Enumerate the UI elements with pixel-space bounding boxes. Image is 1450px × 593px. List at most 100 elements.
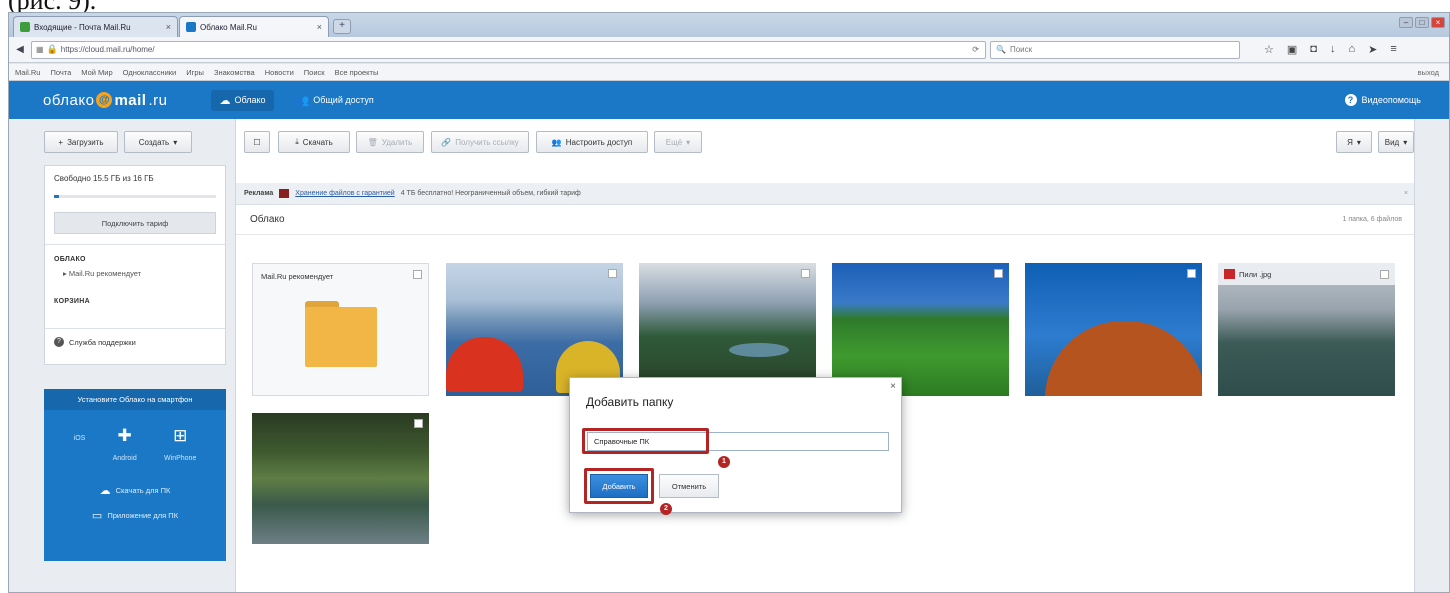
ad-link[interactable]: Хранение файлов с гарантией	[295, 190, 394, 197]
maximize-icon[interactable]: □	[1415, 17, 1429, 28]
url-bar[interactable]: ▦ 🔒 https://cloud.mail.ru/home/ ⟳	[31, 40, 986, 59]
monitor-icon: ▭	[91, 510, 103, 522]
download-pc-link[interactable]: ☁ Скачать для ПК	[100, 484, 171, 497]
bookmark-item[interactable]: Одноклассники	[123, 68, 177, 77]
delete-label: Удалить	[381, 137, 413, 147]
back-icon[interactable]: ◀	[13, 43, 27, 57]
add-button[interactable]: Добавить	[590, 474, 648, 498]
logo-mail: mail	[114, 91, 147, 109]
help-icon: ?	[1344, 94, 1357, 106]
bookmark-item[interactable]: Поиск	[304, 68, 325, 77]
search-bar[interactable]: 🔍 Поиск	[990, 40, 1240, 59]
chevron-down-icon: ▾	[1403, 137, 1408, 147]
minimize-icon[interactable]: –	[1399, 17, 1413, 28]
ios-link[interactable]: iOS	[74, 426, 86, 462]
tab-mail-inbox[interactable]: Входящие - Почта Mail.Ru ×	[13, 16, 178, 37]
get-link-button[interactable]: 🔗 Получить ссылку	[431, 131, 529, 153]
mail-favicon-icon	[20, 22, 30, 32]
tile-checkbox[interactable]	[994, 269, 1003, 278]
step-marker-1: 1	[718, 456, 730, 468]
dialog-title: Добавить папку	[586, 395, 674, 409]
tile-checkbox[interactable]	[608, 269, 617, 278]
nav-cloud[interactable]: ☁ Облако	[211, 89, 274, 111]
identity-icon: ▦	[36, 45, 44, 54]
video-help-label: Видеопомощь	[1361, 95, 1421, 105]
download-icon[interactable]: ↓	[1330, 43, 1336, 56]
more-button[interactable]: Ещё ▾	[654, 131, 702, 153]
folder-name-input[interactable]	[587, 432, 889, 451]
cloud-icon: ☁	[219, 94, 231, 107]
sort-button[interactable]: Я ▾	[1336, 131, 1372, 153]
download-button[interactable]: ⤓ Скачать	[278, 131, 350, 153]
photo-tile[interactable]	[252, 413, 429, 544]
bookmark-item[interactable]: Игры	[186, 68, 204, 77]
tile-checkbox[interactable]	[414, 419, 423, 428]
star-icon[interactable]: ☆	[1264, 43, 1274, 56]
photo-tile[interactable]: Пили .jpg	[1218, 263, 1395, 396]
pocket-icon[interactable]: ◘	[1310, 43, 1317, 56]
chevron-down-icon: ▾	[173, 137, 178, 147]
close-window-icon[interactable]: ×	[1431, 17, 1445, 28]
tile-label: Пили .jpg	[1218, 263, 1395, 285]
close-tab-icon[interactable]: ×	[166, 22, 171, 32]
support-link[interactable]: ? Служба поддержки	[45, 329, 225, 355]
bookmark-item[interactable]: Все проекты	[335, 68, 379, 77]
send-icon[interactable]: ➤	[1368, 43, 1377, 56]
sidebar-item-cloud[interactable]: ОБЛАКО	[45, 253, 225, 266]
upload-button[interactable]: + Загрузить	[44, 131, 118, 153]
connect-tariff-button[interactable]: Подключить тариф	[54, 212, 216, 234]
bookmark-item[interactable]: Знакомства	[214, 68, 255, 77]
nav-shared-access[interactable]: 👥 Общий доступ	[288, 90, 382, 111]
pc-app-link[interactable]: ▭ Приложение для ПК	[92, 509, 178, 522]
sidebar-item-trash[interactable]: КОРЗИНА	[45, 295, 225, 308]
download-icon: ⤓	[295, 137, 299, 146]
tile-checkbox[interactable]	[1380, 270, 1389, 279]
delete-button[interactable]: 🗑 Удалить	[356, 131, 424, 153]
divider	[45, 244, 225, 245]
video-help-link[interactable]: ? Видеопомощь	[1344, 94, 1421, 106]
close-tab-icon[interactable]: ×	[317, 22, 322, 32]
view-label: Вид	[1384, 137, 1400, 147]
select-all-checkbox[interactable]: ☐	[244, 131, 270, 153]
reload-icon[interactable]: ⟳	[972, 45, 979, 54]
create-button[interactable]: Создать ▾	[124, 131, 192, 153]
close-icon[interactable]: ×	[1404, 190, 1408, 197]
menu-icon[interactable]: ≡	[1390, 43, 1396, 56]
breadcrumb: Облако 1 папка, 6 файлов	[236, 205, 1414, 235]
configure-access-label: Настроить доступ	[565, 137, 633, 147]
new-tab-button[interactable]: +	[333, 19, 351, 34]
promo-title: Установите Облако на смартфон	[44, 389, 226, 410]
bookmark-item[interactable]: Mail.Ru	[15, 68, 40, 77]
configure-access-button[interactable]: 👥 Настроить доступ	[536, 131, 648, 153]
bookmarks-icon[interactable]: ▣	[1287, 43, 1297, 56]
support-label: Служба поддержки	[69, 337, 136, 347]
search-icon: 🔍	[996, 45, 1006, 54]
image-file-icon	[1224, 269, 1235, 279]
folder-tile[interactable]: Mail.Ru рекомендует	[252, 263, 429, 396]
winphone-link[interactable]: ⊞ WinPhone	[164, 426, 196, 462]
shared-access-icon: 👥	[295, 94, 310, 107]
os-label: Android	[112, 455, 137, 462]
lock-icon: 🔒	[46, 44, 58, 54]
bookmark-item[interactable]: Новости	[265, 68, 294, 77]
tab-cloud[interactable]: Облако Mail.Ru ×	[179, 16, 329, 37]
android-link[interactable]: ✚ Android	[113, 426, 137, 462]
download-label: Скачать	[302, 137, 333, 147]
close-icon[interactable]: ×	[890, 381, 896, 392]
logout-link[interactable]: выход	[1418, 68, 1439, 77]
tab-label: Входящие - Почта Mail.Ru	[34, 22, 131, 32]
tile-checkbox[interactable]	[801, 269, 810, 278]
bookmark-item[interactable]: Мой Мир	[81, 68, 112, 77]
tile-checkbox[interactable]	[413, 270, 422, 279]
android-icon: ✚	[117, 426, 132, 445]
plus-icon: +	[58, 137, 64, 147]
home-icon[interactable]: ⌂	[1348, 43, 1355, 56]
photo-tile[interactable]	[1025, 263, 1202, 396]
more-label: Ещё	[665, 137, 683, 147]
cloud-logo[interactable]: облако @ mail .ru	[43, 92, 167, 109]
sidebar-item-recommends[interactable]: ▸ Mail.Ru рекомендует	[45, 266, 225, 281]
bookmark-item[interactable]: Почта	[50, 68, 71, 77]
view-button[interactable]: Вид ▾	[1378, 131, 1414, 153]
tile-checkbox[interactable]	[1187, 269, 1196, 278]
cancel-button[interactable]: Отменить	[659, 474, 719, 498]
